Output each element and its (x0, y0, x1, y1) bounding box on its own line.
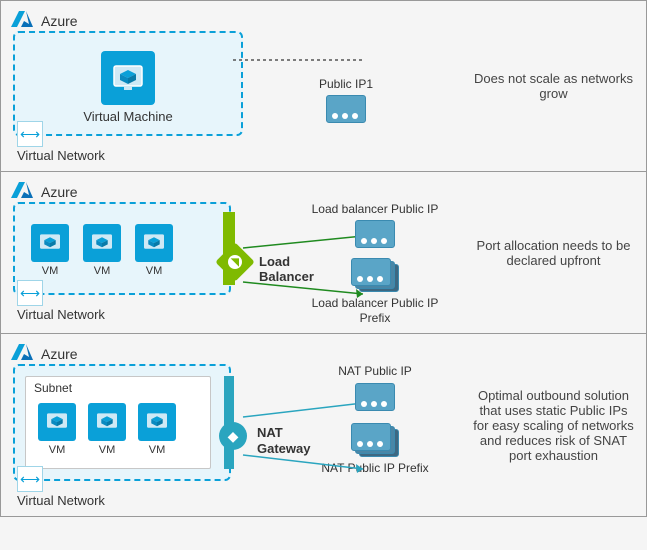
public-ip-label: Public IP1 (243, 77, 449, 91)
azure-label: Azure (41, 13, 449, 29)
scenario-row-vm-direct: Azure Virtual Machine ⟷ Virtual Network … (1, 1, 646, 172)
vm-label: VM (146, 265, 163, 277)
scenario-description: Optimal outbound solution that uses stat… (461, 334, 646, 516)
virtual-network-box: VM VM VM ⟷ (13, 202, 231, 295)
vm-icon (138, 403, 176, 441)
nat-public-ip-label: NAT Public IP (338, 364, 412, 378)
scenario-row-nat-gateway: Azure Subnet VM VM (1, 334, 646, 516)
public-ip-prefix-icon (351, 423, 399, 457)
diagram-container: Azure Virtual Machine ⟷ Virtual Network … (0, 0, 647, 517)
vm-item: VM (138, 403, 176, 456)
vm-icon (88, 403, 126, 441)
connection-line-dashed (233, 57, 363, 63)
vm-icon (31, 224, 69, 262)
vm-label: VM (49, 444, 66, 456)
vm-icon (83, 224, 121, 262)
vnet-label: Virtual Network (17, 148, 243, 163)
scenario-row-load-balancer: Azure VM VM VM (1, 172, 646, 334)
vm-item: VM (88, 403, 126, 456)
vm-label: VM (94, 265, 111, 277)
vm-icon (38, 403, 76, 441)
subnet-box: Subnet VM VM (25, 376, 211, 469)
vm-item: VM (38, 403, 76, 456)
public-ip-prefix-icon (351, 258, 399, 292)
vm-icon (101, 51, 155, 105)
lb-public-ip-label: Load balancer Public IP (312, 202, 439, 216)
public-ip-icon (355, 383, 395, 411)
nat-gateway-label: NAT Gateway (257, 425, 317, 456)
virtual-network-box: Subnet VM VM (13, 364, 231, 481)
azure-label: Azure (41, 184, 449, 200)
arrow-to-ip (243, 234, 373, 250)
subnet-label: Subnet (34, 381, 202, 395)
vm-label: Virtual Machine (27, 109, 229, 124)
virtual-network-box: Virtual Machine ⟷ (13, 31, 243, 136)
vm-label: VM (149, 444, 166, 456)
vnet-label: Virtual Network (17, 493, 231, 508)
vm-item: VM (83, 224, 121, 277)
public-ip-icon (355, 220, 395, 248)
scenario-description: Port allocation needs to be declared upf… (461, 172, 646, 333)
vm-icon (135, 224, 173, 262)
vm-item: VM (31, 224, 69, 277)
arrow-to-nat-ip (243, 401, 373, 419)
lb-public-ip-prefix-label: Load balancer Public IP Prefix (301, 296, 449, 325)
azure-label: Azure (41, 346, 449, 362)
vnet-icon: ⟷ (17, 280, 43, 306)
vm-label: VM (42, 265, 59, 277)
vm-item: VM (135, 224, 173, 277)
vnet-label: Virtual Network (17, 307, 231, 322)
vm-label: VM (99, 444, 116, 456)
scenario-description: Does not scale as networks grow (461, 1, 646, 171)
public-ip-icon (326, 95, 366, 123)
vnet-icon: ⟷ (17, 121, 43, 147)
vnet-icon: ⟷ (17, 466, 43, 492)
